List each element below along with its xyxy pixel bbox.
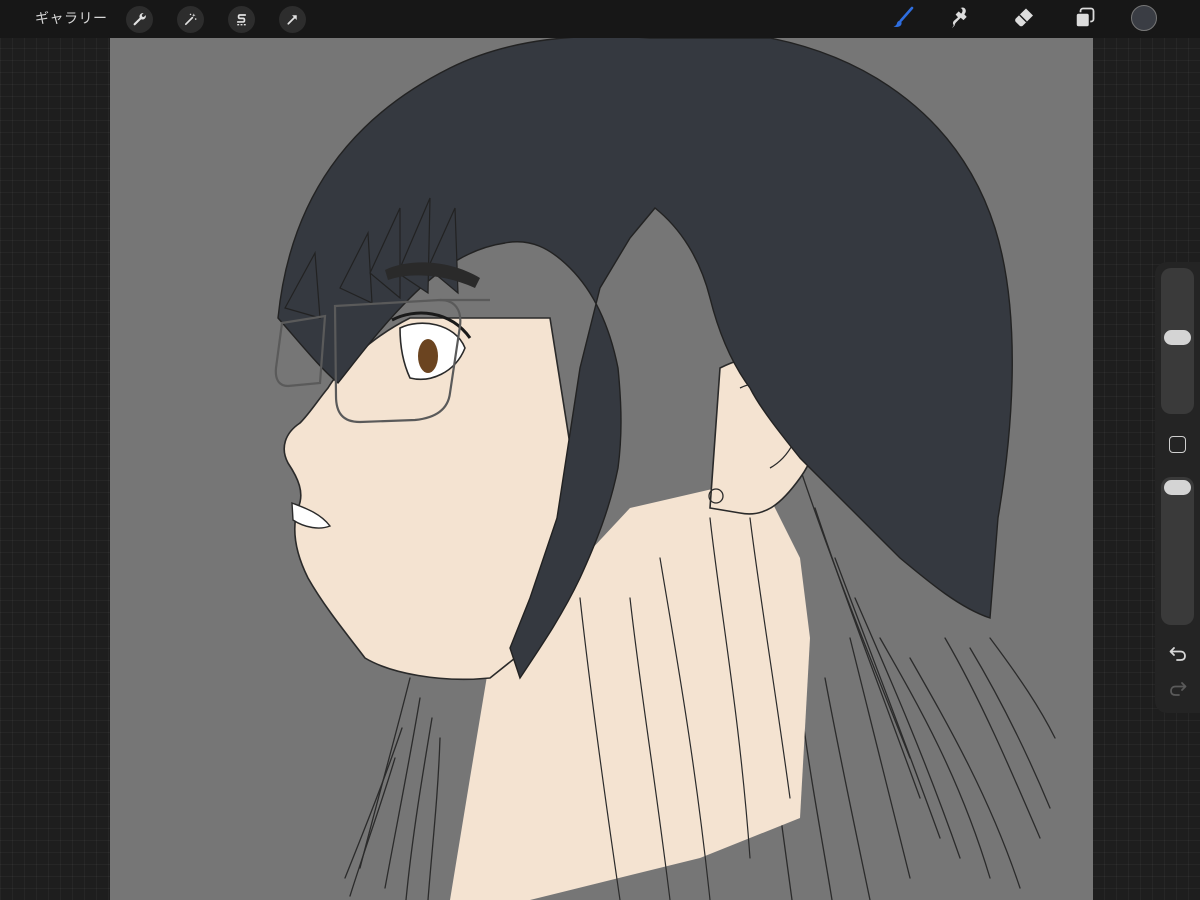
layers-icon	[1072, 5, 1098, 35]
redo-icon	[1168, 679, 1188, 701]
brush-tool-button[interactable]	[888, 5, 918, 35]
brush-size-slider[interactable]	[1161, 268, 1194, 414]
selection-button[interactable]	[228, 6, 255, 33]
undo-icon	[1168, 644, 1188, 666]
modify-button[interactable]	[1169, 436, 1186, 453]
eraser-tool-button[interactable]	[1008, 5, 1038, 35]
actions-button[interactable]	[126, 6, 153, 33]
undo-button[interactable]	[1165, 644, 1191, 666]
transform-button[interactable]	[279, 6, 306, 33]
transform-arrow-icon	[285, 12, 300, 27]
opacity-thumb[interactable]	[1164, 480, 1191, 495]
gallery-button[interactable]: ギャラリー	[35, 8, 108, 30]
brush-icon	[890, 5, 916, 35]
smudge-icon	[948, 5, 974, 35]
drawing-canvas[interactable]	[110, 38, 1093, 900]
layers-button[interactable]	[1070, 5, 1100, 35]
eraser-icon	[1010, 5, 1036, 35]
side-toolbar	[1155, 262, 1200, 713]
top-toolbar: ギャラリー	[0, 0, 1200, 38]
procreate-app: ギャラリー	[0, 0, 1200, 900]
wrench-icon	[132, 12, 147, 27]
color-picker-button[interactable]	[1131, 5, 1157, 31]
redo-button[interactable]	[1165, 679, 1191, 701]
adjustments-button[interactable]	[177, 6, 204, 33]
brush-size-thumb[interactable]	[1164, 330, 1191, 345]
opacity-slider[interactable]	[1161, 477, 1194, 625]
back-hair-sketch-left	[344, 677, 441, 900]
smudge-tool-button[interactable]	[946, 5, 976, 35]
selection-s-icon	[234, 12, 249, 27]
artwork-illustration	[274, 38, 1056, 900]
magic-wand-icon	[183, 12, 198, 27]
